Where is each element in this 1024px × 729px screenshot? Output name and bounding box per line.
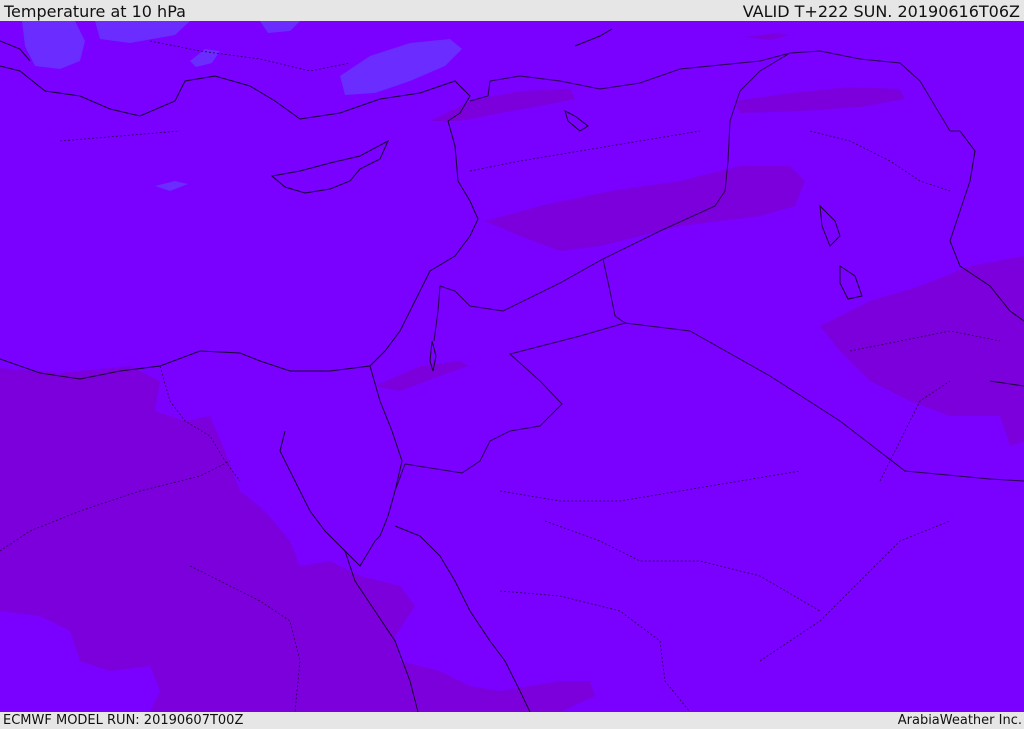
weather-map [0, 21, 1024, 712]
map-canvas [0, 21, 1024, 712]
footer-bar: ECMWF MODEL RUN: 20190607T00Z ArabiaWeat… [0, 712, 1024, 729]
credit: ArabiaWeather Inc. [897, 713, 1022, 728]
map-title: Temperature at 10 hPa [4, 2, 186, 21]
valid-time: VALID T+222 SUN. 20190616T06Z [742, 2, 1020, 21]
model-run: ECMWF MODEL RUN: 20190607T00Z [3, 713, 244, 728]
header-bar: Temperature at 10 hPa VALID T+222 SUN. 2… [0, 0, 1024, 21]
